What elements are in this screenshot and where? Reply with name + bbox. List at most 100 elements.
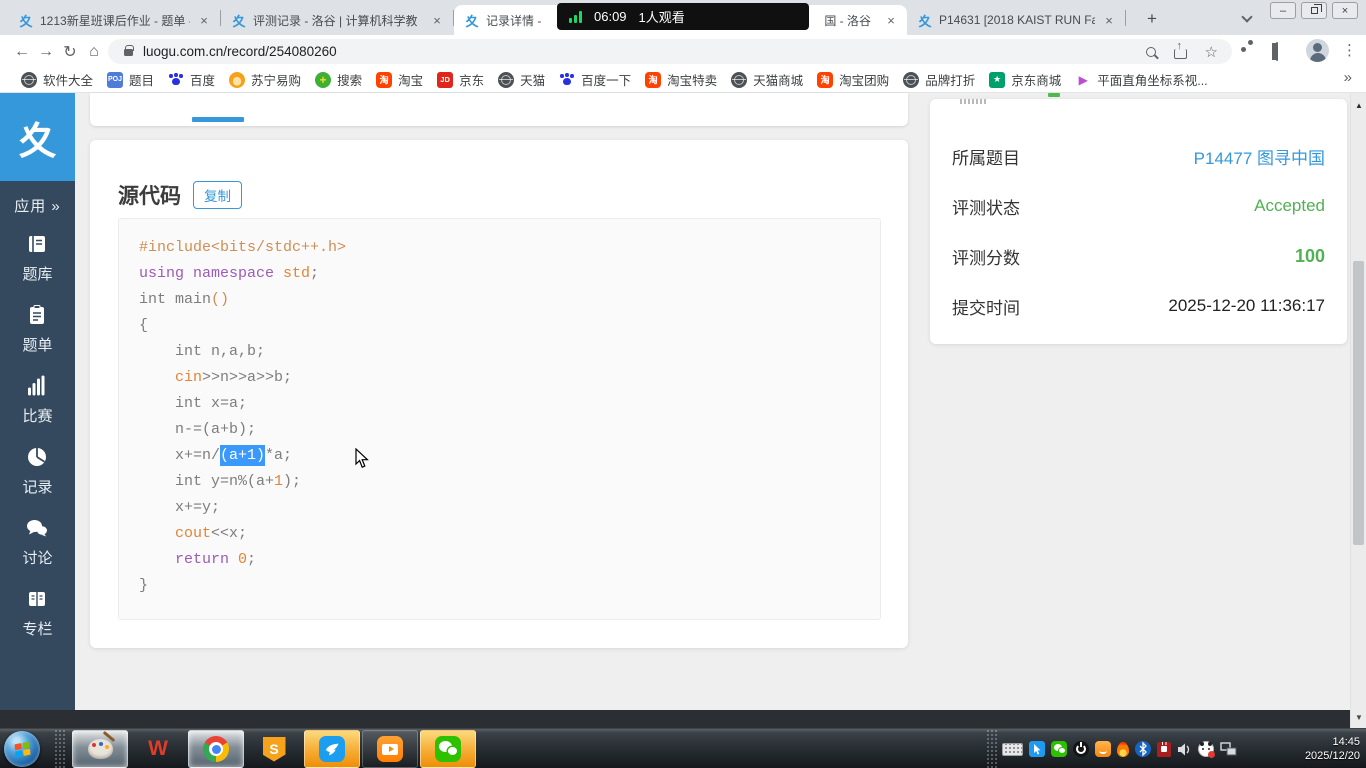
- bookmark-item[interactable]: 淘淘宝团购: [810, 69, 896, 91]
- code-line: cin>>n>>a>>b;: [139, 365, 880, 391]
- profile-avatar[interactable]: [1306, 39, 1329, 62]
- tab-close-icon[interactable]: ×: [883, 13, 899, 28]
- address-bar[interactable]: luogu.com.cn/record/254080260 ☆: [108, 39, 1232, 64]
- pie-icon: [25, 445, 49, 473]
- minimize-button[interactable]: –: [1270, 2, 1296, 19]
- code-token: *a;: [265, 447, 292, 464]
- bookmark-label: 百度一下: [581, 70, 631, 89]
- scrollbar-thumb[interactable]: [1353, 261, 1364, 545]
- tray-speaker-icon[interactable]: [1177, 742, 1192, 757]
- browser-tab-2[interactable]: 夊 评测记录 - 洛谷 | 计算机科学教 ×: [221, 5, 453, 35]
- bookmark-item[interactable]: 天猫: [491, 69, 552, 91]
- code-block[interactable]: #include<bits/stdc++.h>using namespace s…: [118, 218, 881, 620]
- code-token: [139, 525, 175, 542]
- browser-tab-1[interactable]: 夊 1213新星班课后作业 - 题单 - ×: [8, 5, 220, 35]
- sidebar-item-chart[interactable]: 比赛: [22, 374, 52, 426]
- code-token: int main: [139, 291, 211, 308]
- bookmark-item[interactable]: POJ题目: [100, 69, 161, 91]
- sidebar-item-list[interactable]: 题单: [22, 303, 52, 355]
- tab-close-icon[interactable]: ×: [196, 13, 212, 28]
- lock-icon: [124, 49, 133, 56]
- chevron-down-icon[interactable]: [1241, 11, 1252, 22]
- tray-flame-icon[interactable]: [1117, 742, 1129, 757]
- close-button[interactable]: ×: [1332, 2, 1358, 19]
- code-token: cin: [175, 369, 202, 386]
- detail-row: 提交时间2025-12-20 11:36:17: [930, 281, 1347, 331]
- bookmark-item[interactable]: 品牌打折: [896, 69, 982, 91]
- mouse-cursor: [355, 448, 369, 474]
- bookmarks-bar-items: 软件大全POJ题目百度苏宁易购+搜索淘淘宝JD京东天猫 百度一下淘淘宝特卖天猫商城…: [14, 69, 1215, 91]
- page-scrollbar[interactable]: ▲ ▼: [1350, 93, 1366, 728]
- bookmark-label: 平面直角坐标系视...: [1097, 70, 1207, 89]
- wechat-icon: [435, 736, 461, 762]
- lion-favicon: [229, 72, 245, 88]
- taskbar-app-scratch[interactable]: S: [246, 730, 302, 768]
- tray-wechat-mini-icon[interactable]: [1051, 741, 1067, 757]
- taskbar-app-paint[interactable]: [72, 730, 128, 768]
- bookmark-item[interactable]: 天猫商城: [724, 69, 810, 91]
- tab-close-icon[interactable]: ×: [429, 13, 445, 28]
- restore-button[interactable]: [1301, 2, 1327, 19]
- code-token: using namespace: [139, 265, 283, 282]
- luogu-favicon: 夊: [464, 12, 480, 28]
- copy-button[interactable]: 复制: [193, 181, 242, 209]
- share-icon[interactable]: [1174, 49, 1187, 59]
- bookmark-star-icon[interactable]: ☆: [1205, 43, 1218, 61]
- tray-power-plug-icon[interactable]: [1157, 742, 1171, 757]
- tray-keyboard-icon[interactable]: [1002, 743, 1023, 756]
- bookmark-item[interactable]: 百度: [161, 69, 222, 91]
- taskbar-app-chrome[interactable]: [188, 730, 244, 768]
- browser-tab-4[interactable]: 夊 P14631 [2018 KAIST RUN Fa ×: [907, 5, 1125, 35]
- taskbar-app-tv[interactable]: [362, 730, 418, 768]
- reload-icon[interactable]: ↻: [58, 40, 82, 64]
- luogu-logo[interactable]: 夊: [0, 93, 75, 181]
- code-token: n-=(a+b);: [139, 421, 256, 438]
- side-panel-icon[interactable]: [1276, 43, 1278, 61]
- scratch-icon: S: [263, 737, 286, 762]
- sidebar-item-column[interactable]: 专栏: [22, 587, 52, 639]
- tray-blue-pointer-icon[interactable]: [1029, 741, 1045, 757]
- scroll-down-icon[interactable]: ▼: [1355, 713, 1363, 722]
- taskbar-clock[interactable]: 14:45 2025/12/20: [1305, 735, 1360, 763]
- bookmark-item[interactable]: JD京东: [430, 69, 491, 91]
- new-tab-button[interactable]: +: [1140, 9, 1164, 29]
- tab-title: 1213新星班课后作业 - 题单 -: [40, 12, 190, 29]
- problem-link[interactable]: P14477 图寻中国: [1194, 144, 1325, 169]
- url-text[interactable]: luogu.com.cn/record/254080260: [143, 44, 1146, 59]
- browser-toolbar: ← → ↻ ⌂ luogu.com.cn/record/254080260 ☆ …: [0, 35, 1366, 67]
- sidebar-item-book[interactable]: 题库: [22, 232, 52, 284]
- bookmark-item[interactable]: +搜索: [308, 69, 369, 91]
- tray-power-icon[interactable]: [1073, 741, 1089, 757]
- start-button[interactable]: [4, 731, 40, 767]
- sidebar-item-pie[interactable]: 记录: [22, 445, 52, 497]
- chart-icon: [25, 374, 49, 402]
- clipped-green-fragment: [1048, 93, 1060, 97]
- taskbar-app-dingtalk[interactable]: [304, 730, 360, 768]
- home-icon[interactable]: ⌂: [82, 40, 106, 64]
- code-line: x+=y;: [139, 495, 880, 521]
- bookmark-item[interactable]: ▶平面直角坐标系视...: [1068, 69, 1214, 91]
- scroll-up-icon[interactable]: ▲: [1355, 101, 1363, 110]
- bookmarks-overflow-icon[interactable]: »: [1344, 69, 1352, 86]
- tray-network-icon[interactable]: [1220, 742, 1237, 757]
- browser-menu-icon[interactable]: ⋮: [1342, 41, 1357, 59]
- bookmark-item[interactable]: 淘淘宝特卖: [638, 69, 724, 91]
- zoom-icon[interactable]: [1146, 47, 1156, 57]
- sidebar-item-chat[interactable]: 讨论: [22, 516, 52, 568]
- forward-icon[interactable]: →: [34, 40, 58, 64]
- taskbar-app-wps[interactable]: W: [130, 730, 186, 768]
- tao-favicon: 淘: [645, 72, 661, 88]
- bookmark-item[interactable]: 淘淘宝: [369, 69, 430, 91]
- taskbar-app-wechat[interactable]: [420, 730, 476, 768]
- tray-orange-app-icon[interactable]: [1095, 741, 1111, 757]
- bookmark-item[interactable]: 软件大全: [14, 69, 100, 91]
- sidebar-item-apps[interactable]: 应用 »: [14, 195, 61, 216]
- tray-antivirus-panda-icon[interactable]: [1198, 741, 1214, 757]
- back-icon[interactable]: ←: [10, 40, 34, 64]
- bookmark-item[interactable]: ★京东商城: [982, 69, 1068, 91]
- bookmark-item[interactable]: 百度一下: [552, 69, 638, 91]
- tab-close-icon[interactable]: ×: [1101, 13, 1117, 28]
- bookmark-item[interactable]: 苏宁易购: [222, 69, 308, 91]
- tray-bluetooth-icon[interactable]: [1135, 741, 1151, 757]
- luogu-favicon: 夊: [917, 12, 933, 28]
